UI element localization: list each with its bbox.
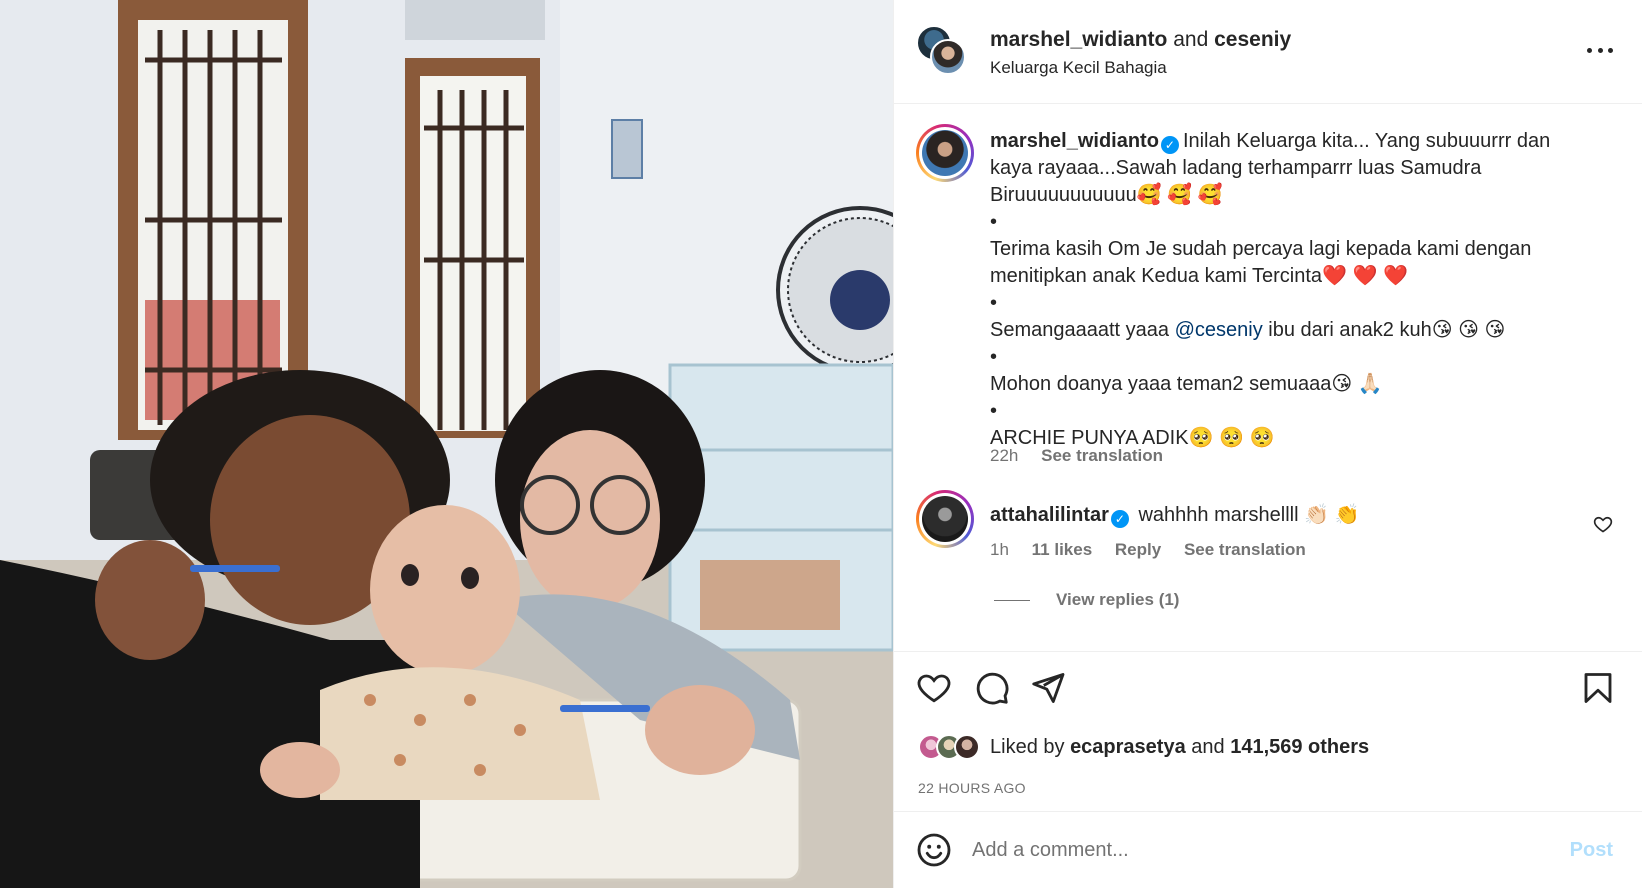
caption-line-8: Semangaaaatt yaaa @ceseniy ibu dari anak… bbox=[990, 317, 1610, 344]
caption-bullet-3: • bbox=[990, 346, 998, 368]
comments-section[interactable]: marshel_widianto ✓ Inilah Keluarga kita...… bbox=[894, 104, 1642, 652]
liked-by-user[interactable]: ecaprasetya bbox=[1070, 736, 1186, 758]
caption-avatar[interactable] bbox=[916, 124, 974, 182]
caption-bullet-2: • bbox=[990, 292, 998, 314]
caption-time[interactable]: 22h bbox=[990, 446, 1018, 465]
add-comment-bar: Post bbox=[894, 812, 1642, 888]
comment-meta: 1h 11 likes Reply See translation bbox=[990, 540, 1306, 560]
comment-username[interactable]: attahalilintar bbox=[990, 504, 1109, 526]
comment-likes[interactable]: 11 likes bbox=[1032, 540, 1093, 559]
liked-by-row[interactable]: Liked by ecaprasetya and 141,569 others bbox=[918, 734, 1369, 760]
verified-badge-icon: ✓ bbox=[1160, 136, 1179, 154]
liked-by-text: Liked by ecaprasetya and 141,569 others bbox=[990, 736, 1369, 759]
view-replies-label: View replies (1) bbox=[1056, 590, 1180, 609]
comment-text: wahhhh marshellll 👏🏻 👏 bbox=[1138, 504, 1360, 526]
caption-bullet-4: • bbox=[990, 400, 998, 422]
family-photo-illustration bbox=[0, 0, 893, 888]
replies-divider bbox=[994, 599, 1030, 601]
caption-line-8-prefix: Semangaaaatt yaaa bbox=[990, 319, 1175, 341]
caption-line-8-suffix: ibu dari anak2 kuh😘 😘 😘 bbox=[1262, 319, 1506, 341]
bookmark-icon[interactable] bbox=[1580, 670, 1616, 706]
post-timestamp[interactable]: 22 HOURS AGO bbox=[918, 780, 1026, 796]
action-bar: Liked by ecaprasetya and 141,569 others … bbox=[894, 652, 1642, 812]
send-icon[interactable] bbox=[1030, 670, 1066, 706]
comment-avatar[interactable] bbox=[916, 490, 974, 548]
liker-avatar bbox=[954, 734, 980, 760]
comment-body: attahalilintar ✓ wahhhh marshellll 👏🏻 👏 bbox=[990, 502, 1359, 528]
author-link-1[interactable]: marshel_widianto bbox=[990, 28, 1167, 51]
post-caption: marshel_widianto ✓ Inilah Keluarga kita...… bbox=[990, 128, 1610, 452]
author-link-2[interactable]: ceseniy bbox=[1214, 28, 1291, 51]
instagram-post: marshel_widianto and ceseniy Keluarga Ke… bbox=[0, 0, 1642, 888]
post-side-panel: marshel_widianto and ceseniy Keluarga Ke… bbox=[893, 0, 1642, 888]
caption-bullet-1: • bbox=[990, 211, 998, 233]
heart-icon[interactable] bbox=[916, 670, 952, 706]
comment-time[interactable]: 1h bbox=[990, 540, 1009, 559]
mention-link-ceseniy[interactable]: @ceseniy bbox=[1175, 319, 1263, 341]
post-authors: marshel_widianto and ceseniy bbox=[990, 28, 1291, 52]
caption-line-5: Terima kasih Om Je sudah percaya lagi ke… bbox=[990, 238, 1532, 260]
liked-by-middle: and bbox=[1185, 735, 1231, 758]
verified-badge-icon: ✓ bbox=[1110, 510, 1129, 528]
caption-meta: 22h See translation bbox=[990, 446, 1163, 466]
smiley-icon[interactable] bbox=[916, 832, 952, 868]
caption-line-6: menitipkan anak Kedua kami Tercinta❤️ ❤️… bbox=[990, 265, 1408, 287]
post-photo[interactable] bbox=[0, 0, 893, 888]
add-comment-input[interactable] bbox=[972, 834, 1532, 866]
post-location[interactable]: Keluarga Kecil Bahagia bbox=[990, 58, 1167, 78]
post-comment-button[interactable]: Post bbox=[1570, 839, 1613, 862]
comment-see-translation[interactable]: See translation bbox=[1184, 540, 1306, 559]
caption-username[interactable]: marshel_widianto bbox=[990, 130, 1159, 152]
more-options-icon[interactable] bbox=[1587, 40, 1613, 60]
avatar-ceseniy[interactable] bbox=[930, 39, 966, 75]
comment-reply-button[interactable]: Reply bbox=[1115, 540, 1161, 559]
caption-line-3: Biruuuuuuuuuuu🥰 🥰 🥰 bbox=[990, 184, 1223, 206]
author-and: and bbox=[1173, 28, 1209, 51]
collab-avatars[interactable] bbox=[916, 25, 972, 81]
liked-by-prefix: Liked by bbox=[990, 735, 1071, 758]
caption-see-translation[interactable]: See translation bbox=[1041, 446, 1163, 465]
caption-line-10: Mohon doanya yaaa teman2 semuaaa😘 🙏🏻 bbox=[990, 373, 1383, 395]
comment-like-heart-icon[interactable] bbox=[1593, 514, 1613, 534]
liked-by-count[interactable]: 141,569 others bbox=[1230, 736, 1369, 758]
caption-line-1: Inilah Keluarga kita... Yang subuuurrr d… bbox=[1182, 130, 1551, 152]
comment-icon[interactable] bbox=[974, 670, 1010, 706]
view-replies-button[interactable]: View replies (1) bbox=[994, 590, 1179, 610]
caption-line-2: kaya rayaaa...Sawah ladang terhamparrr l… bbox=[990, 157, 1482, 179]
post-header: marshel_widianto and ceseniy Keluarga Ke… bbox=[894, 0, 1642, 104]
